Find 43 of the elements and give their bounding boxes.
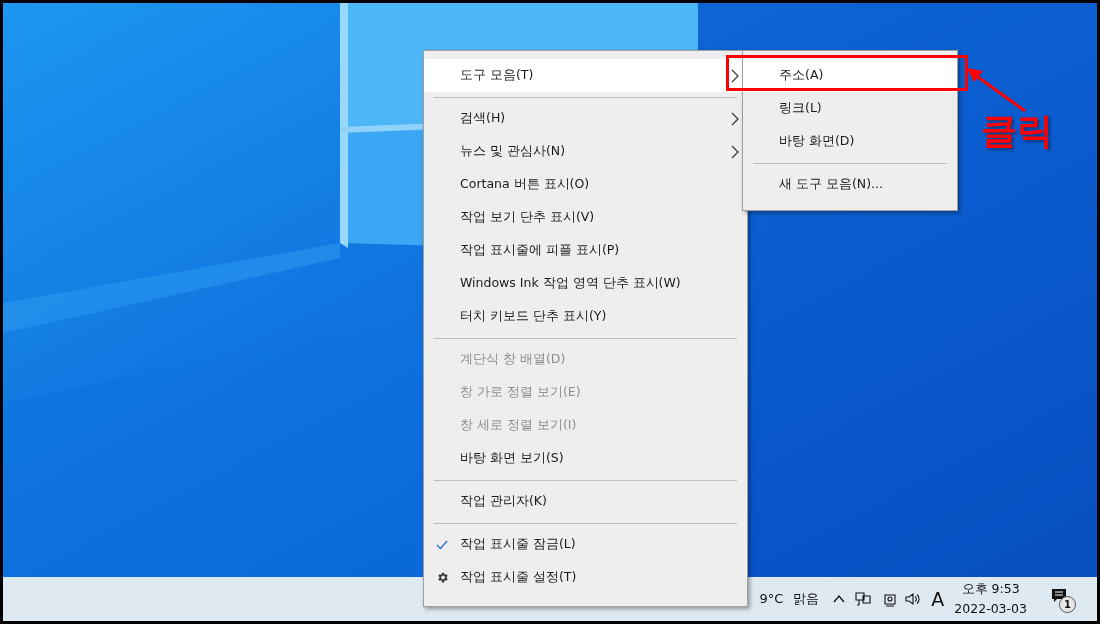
submenu-item[interactable]: 링크(L) [743, 92, 957, 125]
menu-item[interactable]: 작업 표시줄 설정(T) [424, 561, 747, 594]
clock-time: 오후 9:53 [961, 580, 1020, 598]
menu-item-label: 도구 모음(T) [460, 66, 535, 85]
menu-item-label: 작업 표시줄에 피플 표시(P) [460, 241, 621, 260]
menu-item-label: Cortana 버튼 표시(O) [460, 175, 591, 194]
submenu-item[interactable]: 새 도구 모음(N)... [743, 168, 957, 201]
caret-up-icon[interactable] [833, 595, 846, 603]
menu-item-label: 뉴스 및 관심사(N) [460, 142, 567, 161]
menu-item-label: 검색(H) [460, 109, 507, 128]
menu-item[interactable]: 작업 표시줄에 피플 표시(P) [424, 234, 747, 267]
submenu-item[interactable]: 바탕 화면(D) [743, 125, 957, 158]
menu-item-label: 작업 표시줄 설정(T) [460, 568, 578, 587]
clock-date: 2022-03-03 [954, 600, 1027, 618]
annotation-text: 클릭 [981, 113, 1053, 149]
menu-item-label: 작업 표시줄 잠금(L) [460, 535, 577, 554]
menu-item-label: 바탕 화면 보기(S) [460, 449, 565, 468]
submenu-item[interactable]: 주소(A) [743, 59, 957, 92]
input-mode-indicator[interactable]: A [931, 584, 945, 614]
weather-text[interactable]: 맑음 [793, 589, 820, 609]
notification-button[interactable]: 1 [1051, 586, 1077, 612]
menu-item[interactable]: 바탕 화면 보기(S) [424, 442, 747, 475]
menu-item[interactable]: Windows Ink 작업 영역 단추 표시(W) [424, 267, 747, 300]
clock[interactable]: 오후 9:53 2022-03-03 [954, 579, 1027, 619]
menu-item-label: 터치 키보드 단추 표시(Y) [460, 307, 608, 326]
network-icon[interactable] [855, 591, 872, 607]
menu-item-label: 창 세로 정렬 보기(I) [460, 416, 578, 435]
chevron-right-icon [731, 144, 739, 159]
chevron-right-icon [731, 68, 739, 83]
menu-item[interactable]: 작업 표시줄 잠금(L) [424, 528, 747, 561]
menu-item[interactable]: 터치 키보드 단추 표시(Y) [424, 300, 747, 333]
menu-item-label: 작업 보기 단추 표시(V) [460, 208, 596, 227]
menu-item-label: 계단식 창 배열(D) [460, 350, 567, 369]
menu-item-label: 창 가로 정렬 보기(E) [460, 383, 582, 402]
notification-badge: 1 [1059, 596, 1076, 613]
menu-item[interactable]: 작업 관리자(K) [424, 485, 747, 518]
menu-item[interactable]: 작업 보기 단추 표시(V) [424, 201, 747, 234]
chevron-right-icon [731, 111, 739, 126]
volume-icon[interactable] [905, 592, 922, 606]
menu-item-label: Windows Ink 작업 영역 단추 표시(W) [460, 274, 682, 293]
menu-item-label: 작업 관리자(K) [460, 492, 548, 511]
camera-icon[interactable] [883, 591, 898, 607]
temperature[interactable]: 9°C [759, 589, 784, 609]
